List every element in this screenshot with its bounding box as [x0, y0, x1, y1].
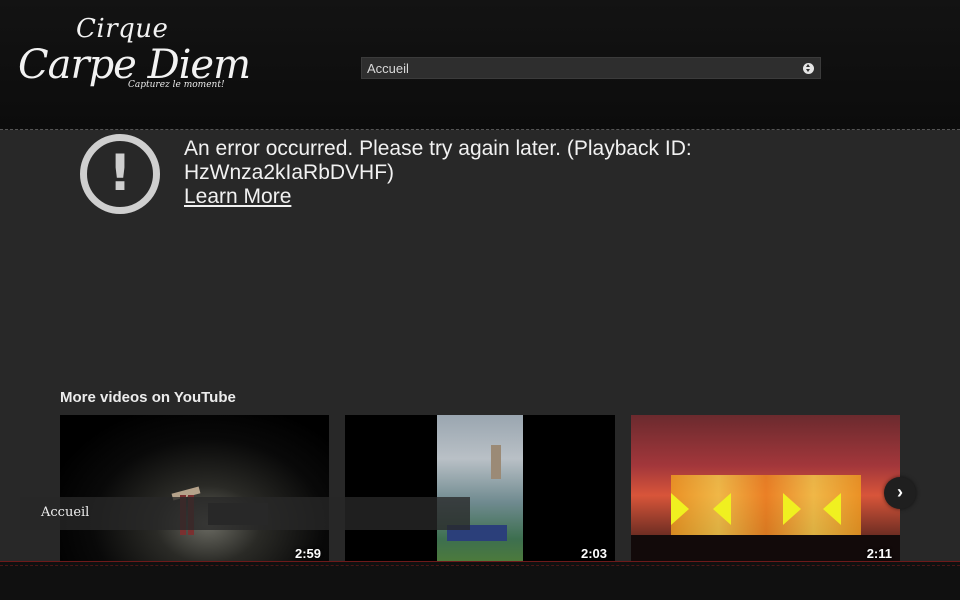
navigation-select-value: Accueil — [367, 61, 409, 76]
error-message: An error occurred. Please try again late… — [184, 137, 692, 184]
logo-tagline: Capturez le moment! — [128, 80, 225, 90]
sticky-menu-label: Accueil — [41, 505, 90, 520]
error-message-block: An error occurred. Please try again late… — [184, 137, 824, 209]
site-footer — [0, 561, 960, 600]
audience-silhouette — [631, 535, 900, 561]
stage-light-shape — [671, 493, 689, 525]
video-scene — [437, 415, 523, 561]
error-icon: ! — [80, 134, 160, 214]
site-header: Cirque Carpe Diem Capturez le moment! Ac… — [0, 0, 960, 130]
more-videos-title: More videos on YouTube — [60, 389, 236, 406]
chevron-right-icon: › — [897, 482, 903, 502]
learn-more-link[interactable]: Learn More — [184, 185, 824, 209]
performer-figure — [491, 445, 501, 479]
site-logo[interactable]: Cirque Carpe Diem Capturez le moment! — [18, 14, 251, 118]
navigation-select[interactable]: Accueil — [361, 57, 821, 79]
video-duration: 2:11 — [866, 546, 892, 561]
video-thumbnail-1[interactable]: 2:59 — [60, 415, 329, 561]
stage-light-shape — [713, 493, 731, 525]
video-duration: 2:59 — [294, 546, 321, 561]
video-thumbnail-3[interactable]: 2:11 — [631, 415, 900, 561]
stage-light-shape — [783, 493, 801, 525]
video-thumbnail-2[interactable]: 2:03 — [345, 415, 615, 561]
sticky-menu-bar[interactable]: Accueil — [20, 497, 470, 530]
select-arrows-icon — [803, 63, 814, 74]
next-videos-button[interactable]: › — [884, 477, 916, 509]
logo-line-1: Cirque — [76, 14, 169, 44]
video-duration: 2:03 — [580, 546, 607, 561]
stage-light-shape — [823, 493, 841, 525]
